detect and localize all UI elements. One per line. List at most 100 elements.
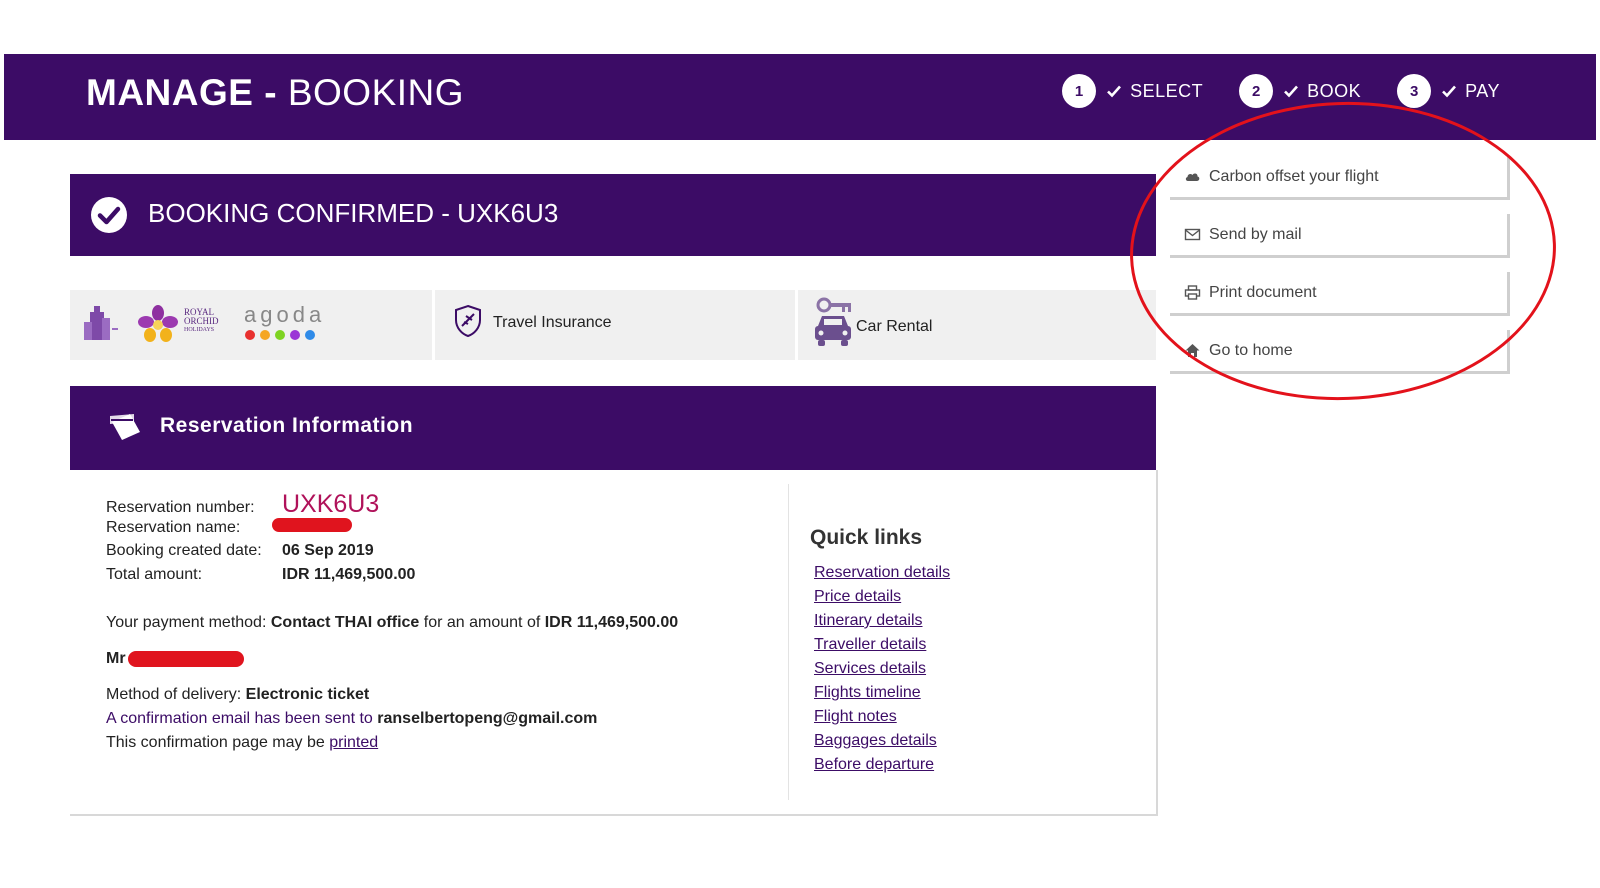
- print-document-button[interactable]: Print document: [1170, 272, 1510, 316]
- step-number: 3: [1397, 74, 1432, 108]
- reservation-name-row: Reservation name:: [106, 518, 678, 542]
- agoda-dots-icon: [245, 330, 315, 340]
- step-pay: 3 PAY: [1397, 74, 1500, 108]
- go-to-home-label: Go to home: [1209, 341, 1293, 359]
- payment-mid: for an amount of: [423, 614, 541, 631]
- reservation-number-value: UXK6U3: [282, 490, 380, 518]
- email-prefix: A confirmation email has been sent to: [106, 710, 373, 727]
- step-label: BOOK: [1307, 80, 1362, 101]
- booking-created-row: Booking created date: 06 Sep 2019: [106, 542, 678, 566]
- delivery-label: Method of delivery:: [106, 686, 242, 703]
- quick-links-list: Reservation details Price details Itiner…: [814, 564, 950, 780]
- payment-method-line: Your payment method: Contact THAI office…: [106, 614, 678, 638]
- page-title-light: BOOKING: [287, 72, 465, 113]
- partner-offers: ROYAL ORCHID HOLIDAYS agoda Travel Insur…: [70, 290, 1156, 360]
- redaction-mark: [128, 650, 245, 667]
- total-amount-value: IDR 11,469,500.00: [282, 566, 416, 583]
- home-icon: [1185, 344, 1200, 357]
- step-number: 2: [1239, 74, 1274, 108]
- booking-confirmed-text: BOOKING CONFIRMED - UXK6U3: [148, 198, 559, 228]
- check-circle-icon: [91, 197, 127, 233]
- ticket-icon: [110, 414, 140, 440]
- check-icon: [1107, 85, 1122, 98]
- list-item: Before departure: [814, 756, 950, 780]
- send-by-mail-button[interactable]: Send by mail: [1170, 214, 1510, 258]
- list-item: Itinerary details: [814, 612, 950, 636]
- reservation-info-title: Reservation Information: [160, 414, 414, 437]
- step-label: SELECT: [1130, 80, 1204, 101]
- print-document-label: Print document: [1209, 283, 1317, 301]
- list-item: Flight notes: [814, 708, 950, 732]
- list-item: Reservation details: [814, 564, 950, 588]
- progress-steps: 1 SELECT 2 BOOK 3 PAY: [1026, 74, 1500, 108]
- reservation-info-panel: Reservation number: UXK6U3 Reservation n…: [70, 470, 1158, 816]
- hotel-building-icon: [84, 306, 118, 340]
- quick-link-price-details[interactable]: Price details: [814, 588, 901, 605]
- list-item: Services details: [814, 660, 950, 684]
- envelope-icon: [1184, 228, 1201, 241]
- travel-insurance-tile[interactable]: Travel Insurance: [435, 290, 795, 360]
- print-prefix: This confirmation page may be: [106, 734, 325, 751]
- total-amount-row: Total amount: IDR 11,469,500.00: [106, 566, 678, 590]
- quick-link-traveller-details[interactable]: Traveller details: [814, 636, 926, 653]
- list-item: Flights timeline: [814, 684, 950, 708]
- go-to-home-button[interactable]: Go to home: [1170, 330, 1510, 374]
- top-header-bar: MANAGE - BOOKING 1 SELECT 2 BOOK 3 PAY: [4, 54, 1596, 140]
- logo-line-holidays: HOLIDAYS: [184, 327, 215, 333]
- quick-link-itinerary-details[interactable]: Itinerary details: [814, 612, 923, 629]
- step-label: PAY: [1465, 80, 1500, 101]
- list-item: Traveller details: [814, 636, 950, 660]
- redaction-mark: [272, 518, 352, 532]
- payment-prefix: Your payment method:: [106, 614, 267, 631]
- reservation-name-label: Reservation name:: [106, 519, 241, 536]
- payment-amount-value: IDR 11,469,500.00: [544, 614, 679, 631]
- reservation-number-label: Reservation number:: [106, 499, 255, 516]
- send-by-mail-label: Send by mail: [1209, 225, 1302, 243]
- quick-link-flight-notes[interactable]: Flight notes: [814, 708, 897, 725]
- step-book: 2 BOOK: [1239, 74, 1361, 108]
- step-select: 1 SELECT: [1062, 74, 1203, 108]
- logo-line-orchid: ORCHID: [184, 316, 219, 326]
- check-icon: [1442, 85, 1457, 98]
- reservation-number-row: Reservation number: UXK6U3: [106, 490, 678, 518]
- travel-insurance-label: Travel Insurance: [493, 314, 612, 331]
- print-line: This confirmation page may be printed: [106, 734, 678, 758]
- reservation-info-header: Reservation Information: [70, 386, 1156, 470]
- orchid-flower-icon: [138, 305, 178, 342]
- page-title-bold: MANAGE -: [86, 72, 278, 113]
- quick-links-panel: Quick links Reservation details Price de…: [810, 526, 950, 780]
- quick-link-flights-timeline[interactable]: Flights timeline: [814, 684, 921, 701]
- quick-links-title: Quick links: [810, 526, 923, 549]
- step-number: 1: [1062, 74, 1097, 108]
- side-action-menu: Carbon offset your flight Send by mail P…: [1170, 156, 1510, 388]
- check-icon: [1284, 85, 1299, 98]
- delivery-line: Method of delivery: Electronic ticket: [106, 686, 678, 710]
- passenger-title: Mr: [106, 650, 126, 667]
- column-divider: [788, 484, 789, 800]
- quick-link-baggages-details[interactable]: Baggages details: [814, 732, 937, 749]
- carbon-offset-button[interactable]: Carbon offset your flight: [1170, 156, 1510, 200]
- passenger-line: Mr: [106, 650, 678, 674]
- page-title: MANAGE - BOOKING: [86, 72, 464, 114]
- car-key-icon: [815, 297, 851, 346]
- booking-created-label: Booking created date:: [106, 542, 262, 559]
- cloud-icon: [1185, 173, 1200, 181]
- carbon-offset-label: Carbon offset your flight: [1209, 167, 1379, 185]
- shield-plane-icon: [455, 304, 481, 338]
- car-rental-label: Car Rental: [856, 318, 933, 335]
- total-amount-label: Total amount:: [106, 566, 203, 583]
- quick-link-reservation-details[interactable]: Reservation details: [814, 564, 950, 581]
- printed-link[interactable]: printed: [329, 734, 378, 751]
- booking-confirmed-banner: BOOKING CONFIRMED - UXK6U3: [70, 174, 1156, 256]
- car-rental-tile[interactable]: Car Rental: [798, 290, 1156, 360]
- quick-link-before-departure[interactable]: Before departure: [814, 756, 934, 773]
- list-item: Baggages details: [814, 732, 950, 756]
- hotel-partner-tile[interactable]: ROYAL ORCHID HOLIDAYS agoda: [70, 290, 432, 360]
- quick-link-services-details[interactable]: Services details: [814, 660, 926, 677]
- payment-method-value: Contact THAI office: [270, 614, 420, 631]
- list-item: Price details: [814, 588, 950, 612]
- agoda-logo-text: agoda: [244, 302, 326, 327]
- printer-icon: [1184, 285, 1201, 300]
- agoda-logo: agoda: [244, 302, 328, 346]
- confirmation-email-line: A confirmation email has been sent to ra…: [106, 710, 678, 734]
